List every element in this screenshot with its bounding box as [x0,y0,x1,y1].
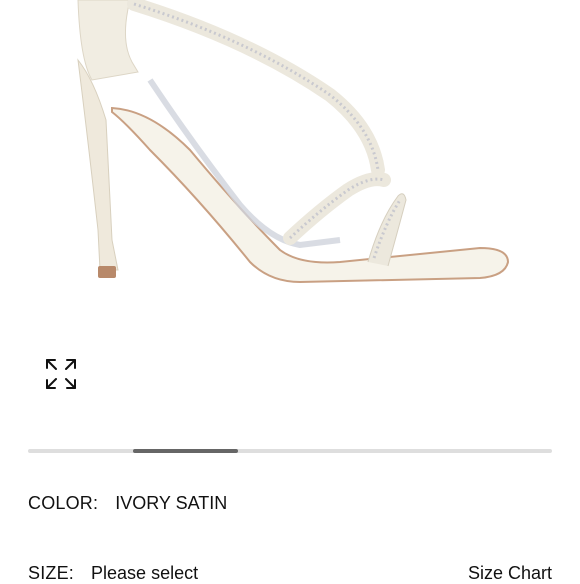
size-select[interactable]: Please select [91,563,198,583]
color-value: IVORY SATIN [115,493,228,513]
carousel-indicator[interactable] [132,449,238,453]
size-chart-link[interactable]: Size Chart [468,562,552,584]
expand-image-button[interactable] [44,357,78,391]
image-carousel-progress[interactable] [28,449,552,453]
color-label: COLOR: [28,493,99,513]
size-label: SIZE: [28,563,75,583]
product-image[interactable] [0,0,580,412]
size-row[interactable]: SIZE: Please select Size Chart [28,562,552,584]
sandal-illustration [77,0,510,284]
color-row: COLOR: IVORY SATIN [28,492,552,514]
expand-arrows-icon [46,359,76,389]
